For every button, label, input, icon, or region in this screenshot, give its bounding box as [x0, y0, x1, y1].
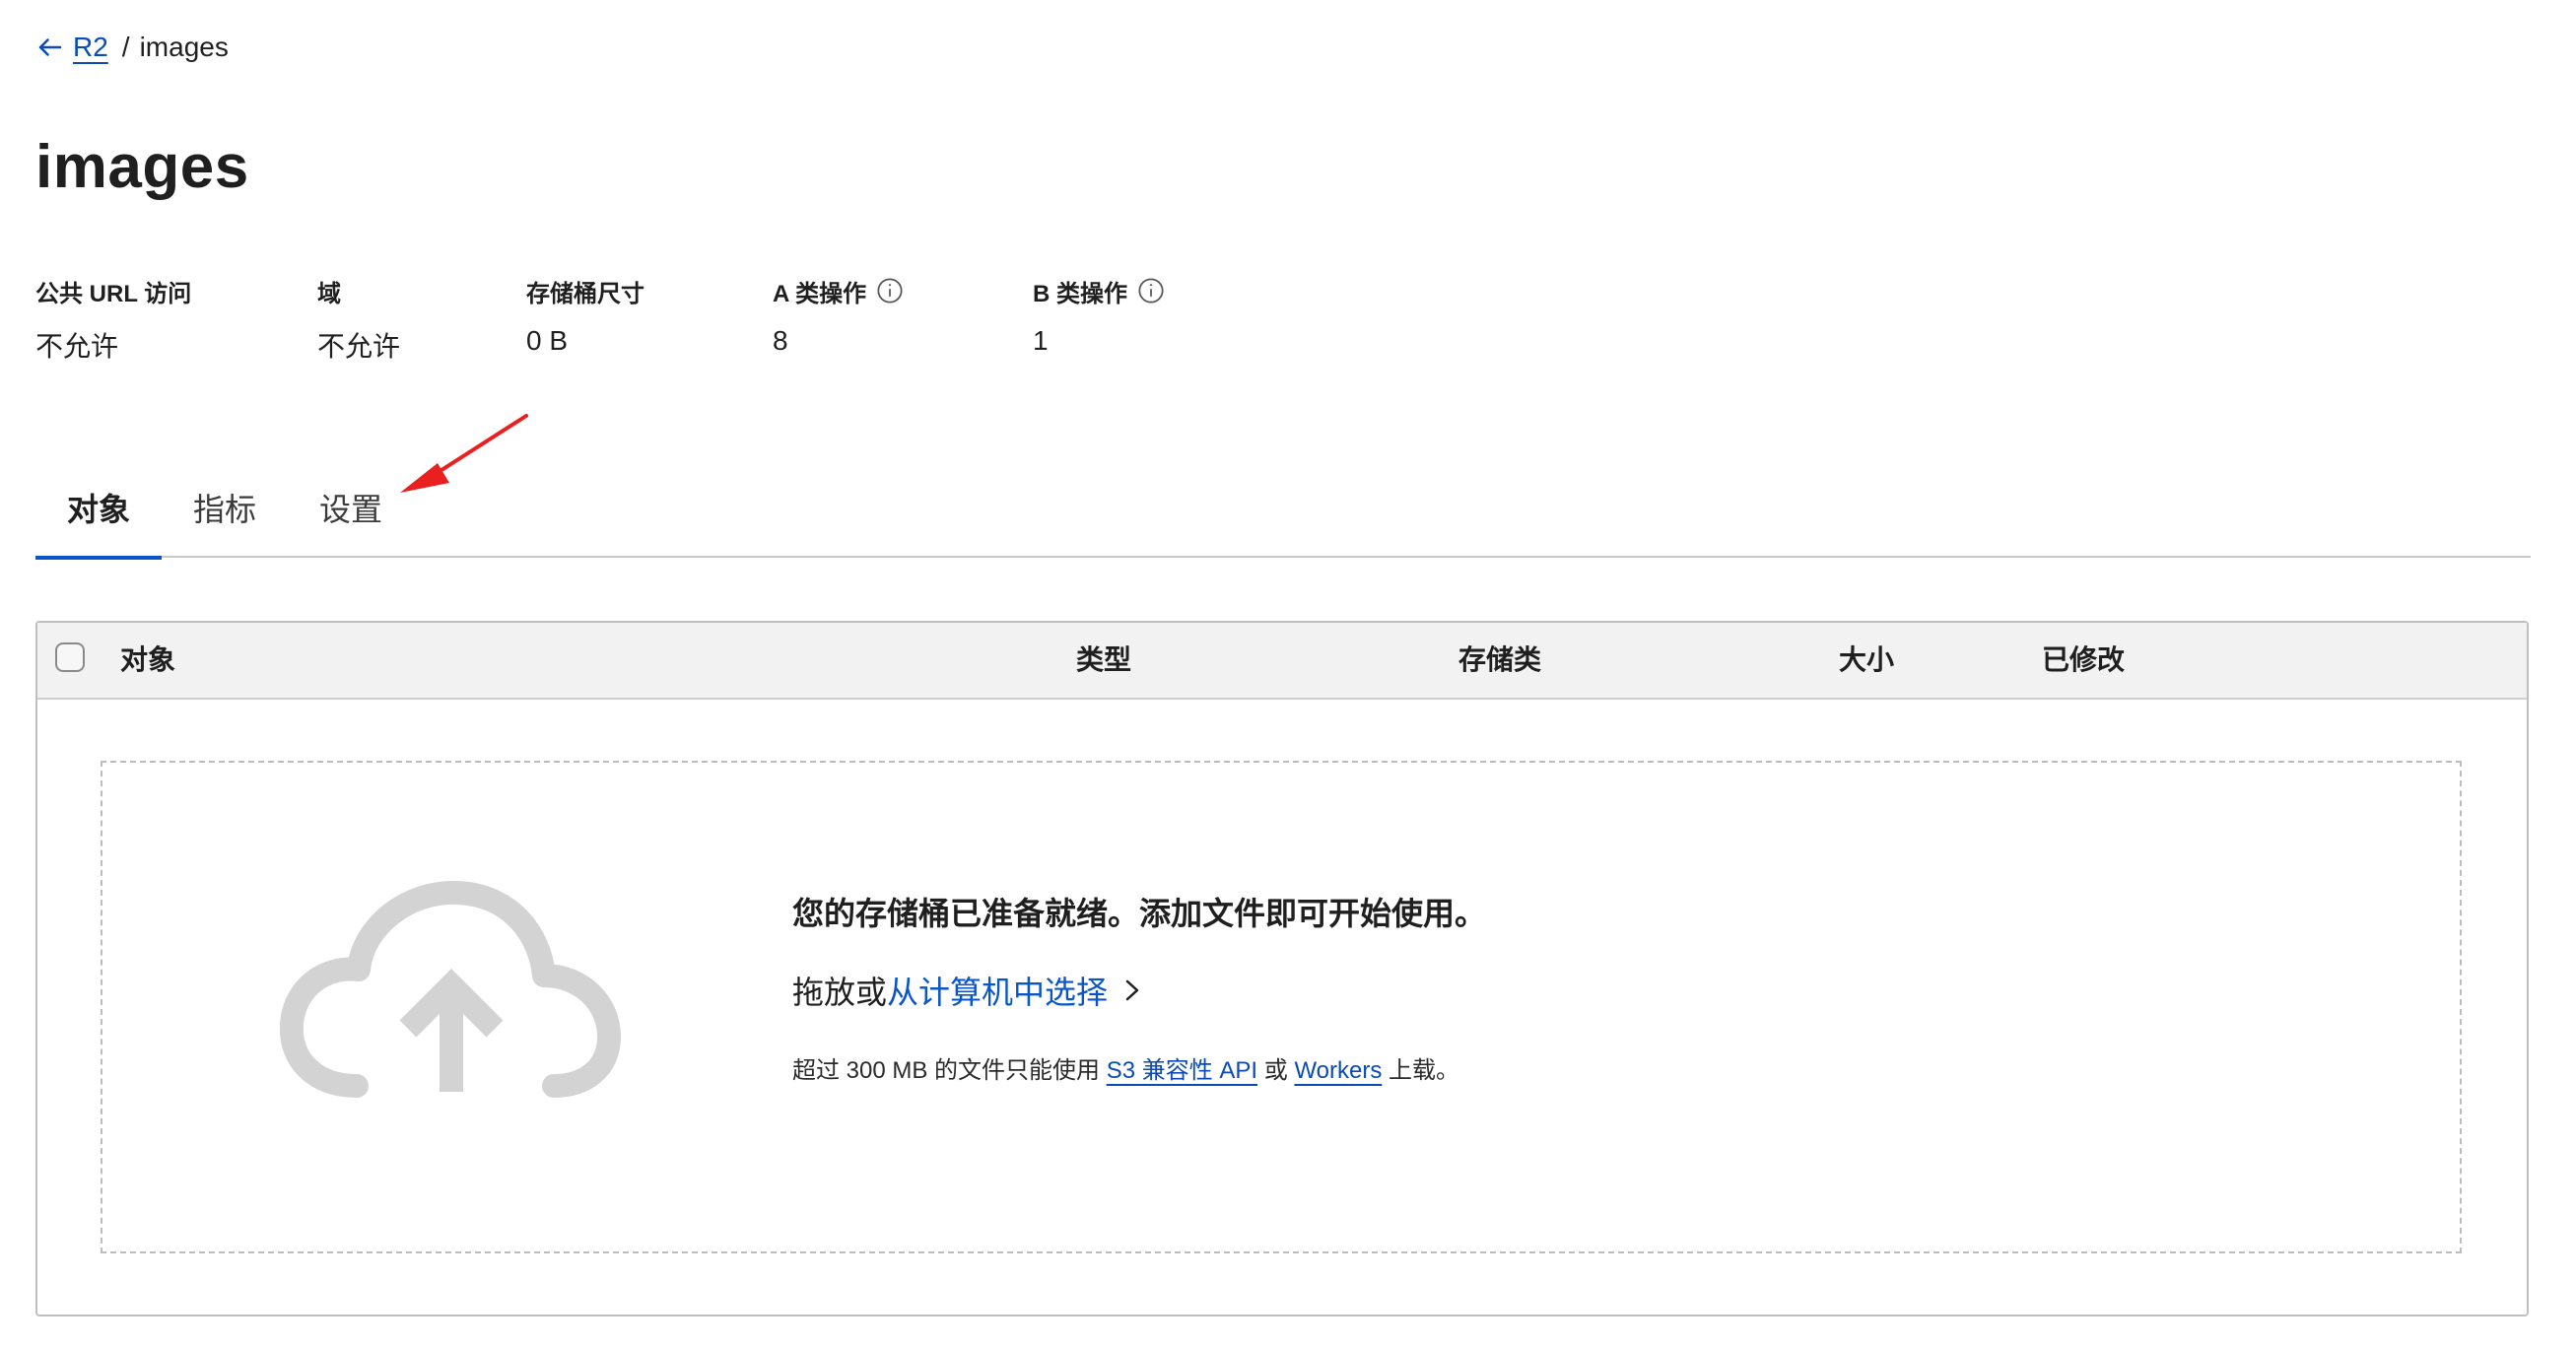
- cloud-upload-icon: [280, 881, 621, 1098]
- column-header-size[interactable]: 大小: [1839, 623, 1894, 698]
- info-icon[interactable]: [876, 277, 904, 304]
- chevron-right-icon[interactable]: [1119, 976, 1145, 1005]
- column-header-storage-class[interactable]: 存储类: [1458, 623, 1541, 698]
- tab-bar: 对象 指标 设置: [35, 473, 2531, 560]
- breadcrumb: R2 / images: [35, 28, 229, 67]
- upload-size-note: 超过 300 MB 的文件只能使用 S3 兼容性 API 或 Workers 上…: [792, 1050, 1459, 1085]
- drag-drop-line: 拖放或 从计算机中选择: [792, 968, 1145, 1013]
- stat-label: 域: [317, 280, 341, 307]
- arrow-left-icon: [38, 38, 62, 56]
- stat-label: A 类操作: [773, 280, 867, 307]
- stat-value: 1: [1033, 325, 1049, 356]
- column-header-type[interactable]: 类型: [1076, 623, 1131, 698]
- breadcrumb-separator: /: [121, 32, 130, 62]
- stat-label: 公共 URL 访问: [35, 280, 192, 307]
- stat-domain: 域 不允许: [317, 274, 400, 365]
- upload-dropzone[interactable]: 您的存储桶已准备就绪。添加文件即可开始使用。 拖放或 从计算机中选择 超过 30…: [101, 761, 2462, 1253]
- page-title: images: [35, 133, 249, 201]
- stat-public-url-access: 公共 URL 访问 不允许: [35, 274, 191, 365]
- objects-table: 对象 类型 存储类 大小 已修改 您的存储桶已准备就绪。添加文件即可开始使用。 …: [35, 621, 2529, 1316]
- column-header-object[interactable]: 对象: [120, 623, 175, 698]
- select-all-checkbox[interactable]: [55, 642, 85, 672]
- back-link-label[interactable]: R2: [73, 32, 108, 63]
- stat-value: 8: [773, 325, 788, 356]
- stat-value: 不允许: [317, 331, 401, 362]
- stat-label: 存储桶尺寸: [526, 280, 644, 307]
- s3-api-link[interactable]: S3 兼容性 API: [1107, 1057, 1257, 1084]
- note-suffix: 上载。: [1382, 1057, 1460, 1084]
- stat-bucket-size: 存储桶尺寸 0 B: [526, 274, 644, 357]
- note-prefix: 超过 300 MB 的文件只能使用: [792, 1057, 1107, 1084]
- select-from-computer-link[interactable]: 从计算机中选择: [887, 968, 1108, 1013]
- breadcrumb-current: images: [139, 32, 229, 62]
- table-header: 对象 类型 存储类 大小 已修改: [37, 623, 2527, 700]
- tab-metrics[interactable]: 指标: [193, 485, 256, 556]
- workers-link[interactable]: Workers: [1294, 1057, 1382, 1084]
- stat-value: 不允许: [35, 331, 119, 362]
- info-icon[interactable]: [1137, 277, 1165, 304]
- column-header-modified[interactable]: 已修改: [2042, 623, 2125, 698]
- note-middle: 或: [1257, 1057, 1295, 1084]
- stat-label: B 类操作: [1033, 280, 1127, 307]
- drag-drop-prefix: 拖放或: [792, 975, 888, 1010]
- empty-state-heading: 您的存储桶已准备就绪。添加文件即可开始使用。: [792, 896, 1487, 931]
- tab-settings[interactable]: 设置: [319, 485, 382, 556]
- stat-value: 0 B: [526, 325, 569, 356]
- back-link[interactable]: R2: [35, 32, 108, 63]
- tab-objects[interactable]: 对象: [35, 485, 162, 560]
- stat-class-b-ops: B 类操作 1: [1033, 274, 1165, 357]
- stat-class-a-ops: A 类操作 8: [773, 274, 904, 357]
